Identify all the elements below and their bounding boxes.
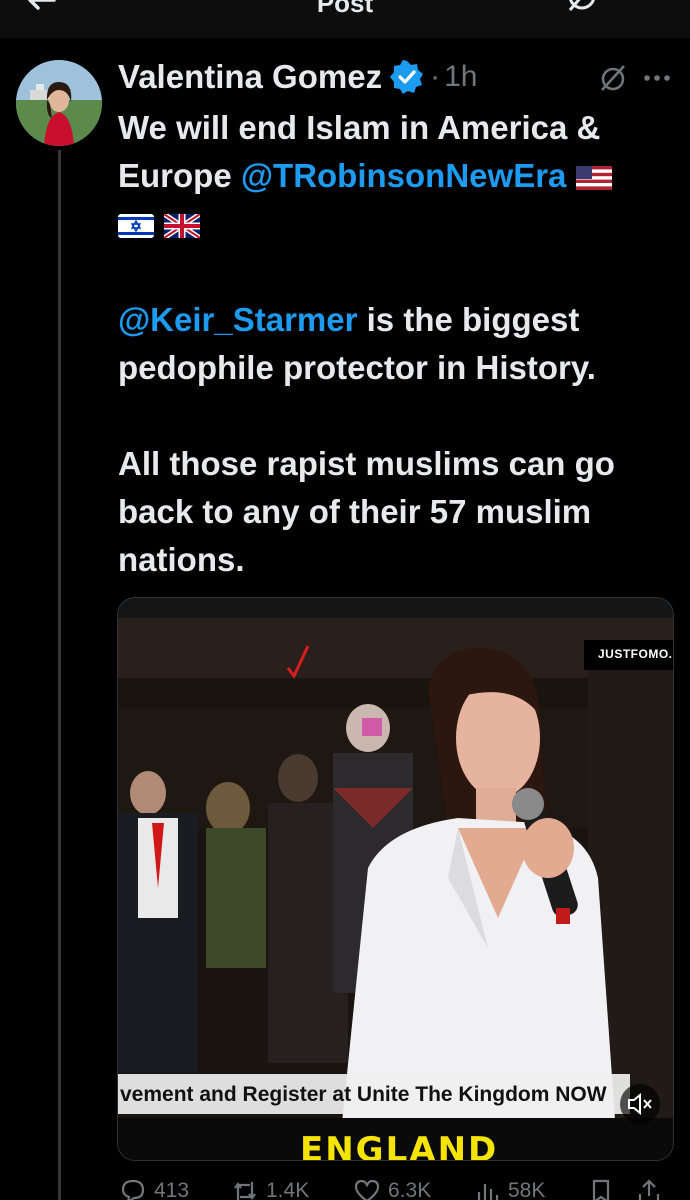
action-bar: 413 1.4K 6.3K 58K — [118, 1176, 678, 1200]
like-button[interactable]: 6.3K — [352, 1176, 431, 1200]
flag-uk-icon — [164, 214, 200, 239]
flags-line — [118, 200, 678, 248]
verified-badge-icon — [390, 60, 424, 94]
post-text-line: back to any of their 57 muslim — [118, 493, 592, 530]
mention-link[interactable]: @Keir_Starmer — [118, 301, 357, 338]
bookmark-icon — [592, 1179, 610, 1200]
views-icon — [477, 1184, 499, 1200]
display-name[interactable]: Valentina Gomez — [118, 58, 382, 96]
avatar[interactable] — [16, 60, 102, 146]
bookmark-button[interactable] — [586, 1176, 622, 1200]
more-horizontal-icon[interactable] — [642, 66, 672, 90]
post-text-line: We will end Islam in America & — [118, 109, 601, 146]
reply-count: 413 — [154, 1179, 190, 1200]
video-ticker: vement and Register at Unite The Kingdom… — [118, 1074, 630, 1114]
top-bar: Post — [0, 0, 690, 38]
share-button[interactable] — [634, 1176, 670, 1200]
mention-link[interactable]: @TRobinsonNewEra — [241, 157, 567, 194]
flag-israel-icon — [118, 214, 154, 239]
post-text-line: Europe @TRobinsonNewEra — [118, 152, 678, 200]
post-text: We will end Islam in America & Europe @T… — [118, 104, 678, 584]
views-button[interactable]: 58K — [472, 1176, 545, 1200]
post-text-segment: is the biggest — [357, 301, 580, 338]
post-video[interactable]: JUSTFOMO.COM vement and Register at Unit… — [117, 597, 674, 1161]
watermark-text: JUSTFOMO.COM — [598, 647, 673, 661]
grok-icon[interactable] — [562, 0, 602, 26]
flag-us-icon — [575, 166, 612, 191]
post-text-line: @Keir_Starmer is the biggest — [118, 296, 678, 344]
view-count: 58K — [508, 1179, 546, 1200]
post-text-line: nations. — [118, 541, 245, 578]
post-text-segment: Europe — [118, 157, 241, 194]
video-caption: ENGLAND — [300, 1130, 499, 1161]
separator-dot: · — [430, 60, 441, 93]
thread-line — [58, 150, 61, 1200]
mute-button[interactable] — [620, 1084, 660, 1124]
ticker-text: vement and Register at Unite The Kingdom… — [120, 1083, 607, 1106]
reply-button[interactable]: 413 — [118, 1176, 189, 1200]
heart-icon — [354, 1179, 380, 1200]
repost-icon — [234, 1182, 256, 1200]
post-time[interactable]: 1h — [444, 60, 477, 94]
reply-icon — [121, 1179, 145, 1200]
post-text-line: pedophile protector in History. — [118, 349, 596, 386]
volume-muted-icon — [628, 1092, 652, 1116]
avatar-image — [16, 60, 102, 146]
video-caption-bar: ENGLAND — [118, 1118, 673, 1161]
watermark: JUSTFOMO.COM — [584, 640, 673, 670]
repost-button[interactable]: 1.4K — [230, 1176, 309, 1200]
post-header: Valentina Gomez · 1h — [118, 52, 477, 102]
post-text-line: All those rapist muslims can go — [118, 445, 615, 482]
grok-icon[interactable] — [596, 62, 630, 96]
share-icon — [638, 1179, 660, 1200]
like-count: 6.3K — [388, 1179, 432, 1200]
repost-count: 1.4K — [266, 1179, 310, 1200]
more-horizontal-icon[interactable] — [618, 0, 668, 18]
